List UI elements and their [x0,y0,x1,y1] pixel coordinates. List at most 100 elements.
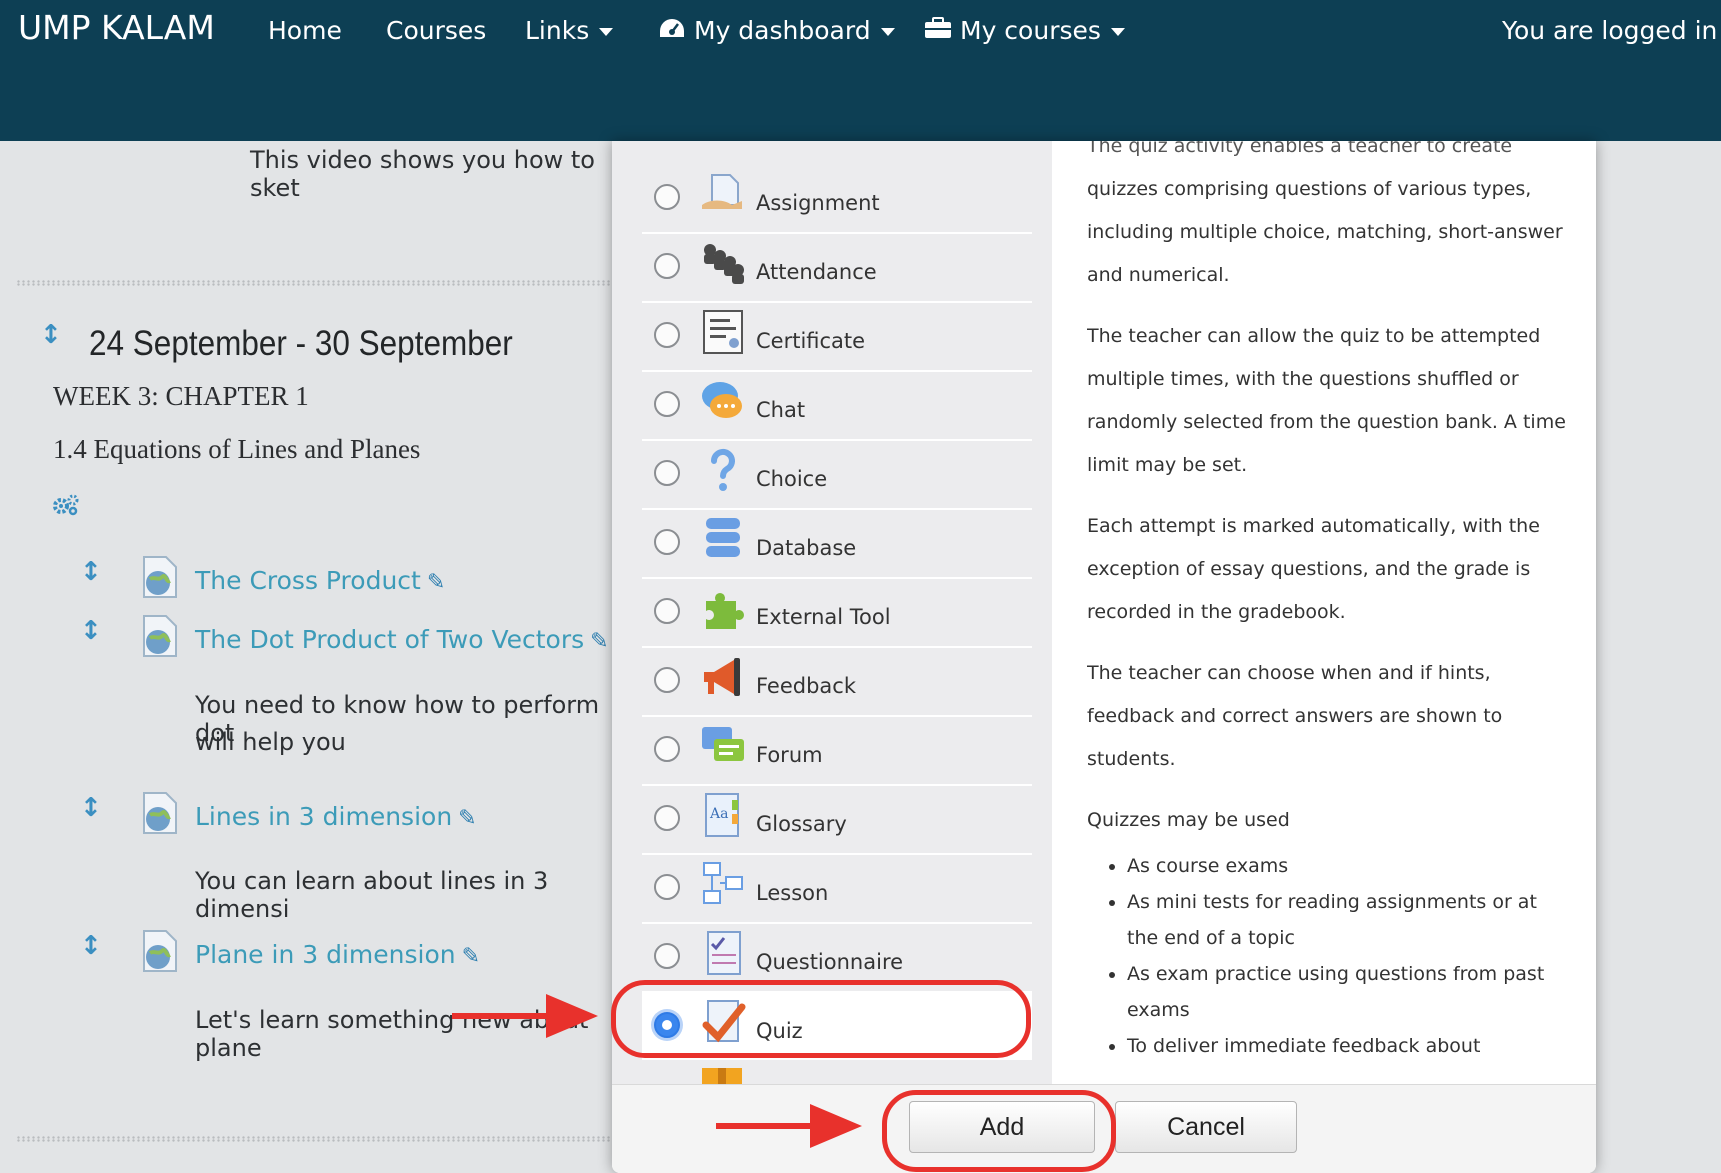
activity-options-list: Assignment Attendance Certificate Chat C… [612,141,1052,1084]
option-glossary[interactable]: Aa Glossary [642,784,1032,855]
quiz-highlight-ring [611,980,1031,1058]
option-radio[interactable] [654,667,680,693]
caret-down-icon [880,28,895,36]
top-navbar: UMP KALAM Home Courses Links My dashboar… [0,0,1721,141]
megaphone-icon [700,654,746,700]
option-radio[interactable] [654,529,680,555]
option-radio[interactable] [654,598,680,624]
option-radio[interactable] [654,943,680,969]
arrow-right-icon [452,994,598,1038]
option-label: External Tool [756,605,891,629]
option-label: Forum [756,743,823,767]
edit-pencil-icon[interactable]: ✎ [427,570,445,595]
partial-next-option-icon [700,1066,744,1084]
option-radio[interactable] [654,391,680,417]
url-resource-icon [140,555,180,599]
activity-title: The Cross Product [195,566,421,595]
option-forum[interactable]: Forum [642,715,1032,786]
activity-description: will help you [195,728,346,756]
chat-icon [700,378,746,424]
activity-title: The Dot Product of Two Vectors [195,625,585,654]
subtopic-heading: 1.4 Equations of Lines and Planes [53,434,421,464]
option-label: Feedback [756,674,857,698]
activity-help-text: The quiz activity enables a teacher to c… [1087,141,1567,1085]
option-database[interactable]: Database [642,508,1032,579]
move-activity-icon[interactable]: ↕ [80,618,102,644]
login-info: You are logged in as [1502,16,1721,45]
option-assignment[interactable]: Assignment [642,163,1032,234]
database-icon [700,516,746,562]
cancel-button[interactable]: Cancel [1115,1101,1297,1153]
settings-gears-icon[interactable] [52,493,80,521]
option-label: Questionnaire [756,950,904,974]
nav-links[interactable]: Links [525,16,614,45]
questionnaire-icon [700,930,746,976]
nav-my-courses-label: My courses [960,16,1101,45]
activity-lines-link[interactable]: Lines in 3 dimension ✎ [195,802,477,831]
site-brand[interactable]: UMP KALAM [18,8,215,47]
url-resource-icon [140,791,180,835]
arrow-right-icon [716,1104,862,1148]
glossary-icon: Aa [700,792,746,838]
option-radio[interactable] [654,460,680,486]
nav-links-label: Links [525,16,590,45]
edit-pencil-icon[interactable]: ✎ [458,806,476,831]
section-divider [16,280,615,286]
puzzle-piece-icon [700,585,746,631]
option-external-tool[interactable]: External Tool [642,577,1032,648]
move-activity-icon[interactable]: ↕ [80,933,102,959]
activity-dot-product-link[interactable]: The Dot Product of Two Vectors ✎ [195,625,609,654]
option-lesson[interactable]: Lesson [642,853,1032,924]
caret-down-icon [1110,28,1125,36]
edit-pencil-icon[interactable]: ✎ [462,944,480,969]
forum-icon [700,723,746,769]
nav-my-dashboard[interactable]: My dashboard [658,16,895,45]
section-divider [16,1136,615,1142]
lesson-flowchart-icon [700,861,746,907]
option-feedback[interactable]: Feedback [642,646,1032,717]
activity-cross-product-link[interactable]: The Cross Product ✎ [195,566,445,595]
help-paragraph: The teacher can allow the quiz to be att… [1087,325,1566,476]
help-paragraph: The teacher can choose when and if hints… [1087,662,1503,770]
dashboard-icon [658,17,686,45]
option-radio[interactable] [654,736,680,762]
option-radio[interactable] [654,805,680,831]
help-list-item: As course exams [1127,848,1567,884]
option-chat[interactable]: Chat [642,370,1032,441]
nav-my-dashboard-label: My dashboard [694,16,871,45]
activity-description: You can learn about lines in 3 dimensi [195,867,549,923]
option-certificate[interactable]: Certificate [642,301,1032,372]
option-radio[interactable] [654,874,680,900]
help-list-item: To deliver immediate feedback about [1127,1028,1567,1064]
option-radio[interactable] [654,184,680,210]
help-list-item: As mini tests for reading assignments or… [1127,884,1567,956]
assignment-icon [700,171,746,217]
caret-down-icon [599,28,614,36]
nav-courses[interactable]: Courses [386,16,486,45]
edit-pencil-icon[interactable]: ✎ [590,629,608,654]
url-resource-icon [140,929,180,973]
option-radio[interactable] [654,322,680,348]
option-choice[interactable]: Choice [642,439,1032,510]
move-section-icon[interactable]: ↕ [40,322,62,348]
activity-plane-link[interactable]: Plane in 3 dimension ✎ [195,940,480,969]
svg-text:Aa: Aa [709,806,728,822]
option-label: Certificate [756,329,866,353]
help-paragraph: Quizzes may be used [1087,809,1290,831]
section-title: 24 September - 30 September [89,324,513,363]
activity-title: Plane in 3 dimension [195,940,456,969]
nav-my-courses[interactable]: My courses [924,16,1125,45]
url-resource-icon [140,614,180,658]
option-label: Lesson [756,881,829,905]
option-attendance[interactable]: Attendance [642,232,1032,303]
move-activity-icon[interactable]: ↕ [80,559,102,585]
attendance-icon [700,240,746,286]
move-activity-icon[interactable]: ↕ [80,795,102,821]
week-heading: WEEK 3: CHAPTER 1 [53,381,309,411]
nav-home[interactable]: Home [268,16,342,45]
certificate-icon [700,309,746,355]
question-mark-icon [700,447,746,493]
help-paragraph: quizzes comprising questions of various … [1087,178,1563,286]
help-list: As course exams As mini tests for readin… [1087,848,1567,1064]
option-radio[interactable] [654,253,680,279]
